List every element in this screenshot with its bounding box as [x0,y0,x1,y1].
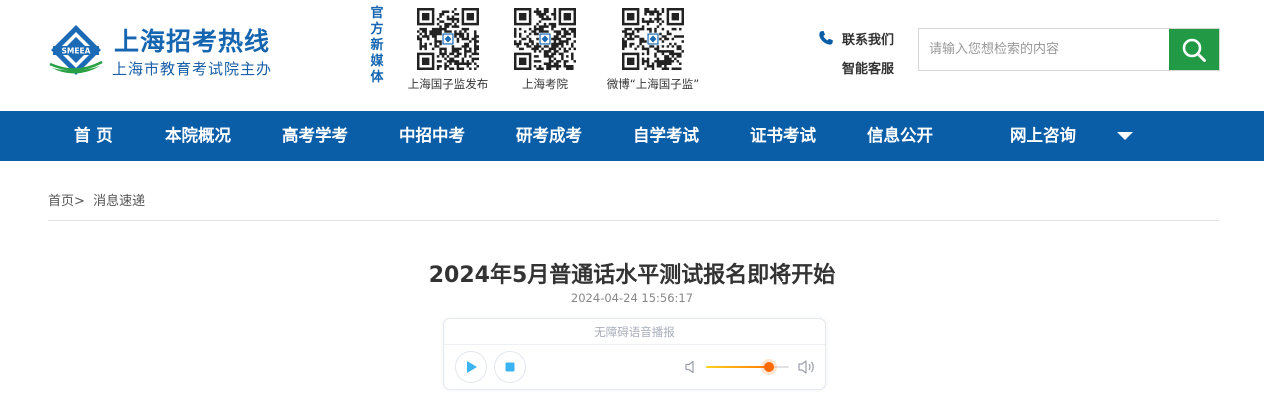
search-button[interactable] [1169,29,1219,70]
qr-code-icon [622,8,684,70]
player-label: 无障碍语音播报 [444,319,825,345]
stop-button[interactable] [494,351,526,383]
nav-item-gaokao[interactable]: 高考学考 [282,111,348,161]
play-icon [467,361,477,373]
qr-code-kaoyuan[interactable]: 上海考院 [502,8,588,92]
nav-item-yankao[interactable]: 研考成考 [516,111,582,161]
qr-code-icon [417,8,479,70]
play-button[interactable] [455,351,487,383]
volume-slider[interactable] [706,362,789,372]
logo-title: 上海招考热线 [114,27,271,56]
nav-item-certificate[interactable]: 证书考试 [750,111,816,161]
volume-fill [706,366,770,368]
volume-high-icon[interactable] [798,359,816,375]
nav-item-about[interactable]: 本院概况 [165,111,231,161]
site-logo[interactable]: SMEEA 上海招考热线 上海市教育考试院主办 [48,20,288,84]
breadcrumb: 首页> 消息速递 [48,190,145,209]
qr-code-weibo[interactable]: 微博“上海国子监” [598,8,708,92]
article-title: 2024年5月普通话水平测试报名即将开始 [428,263,836,288]
audio-player: 无障碍语音播报 [443,318,826,390]
logo-mark-text: SMEEA [62,47,91,56]
nav-item-zhongkao[interactable]: 中招中考 [399,111,465,161]
breadcrumb-separator: > [74,194,85,209]
breadcrumb-home[interactable]: 首页 [48,194,74,209]
contact-us-link[interactable]: 联系我们 [818,28,894,48]
volume-handle[interactable] [764,362,775,372]
smart-service-link[interactable]: 智能客服 [818,57,894,77]
article-date: 2024-04-24 15:56:17 [570,291,694,305]
chevron-down-icon[interactable] [1116,131,1134,141]
qr-code-guozijian[interactable]: 上海国子监发布 [404,8,492,92]
logo-emblem-icon: SMEEA [49,25,103,75]
stop-icon [505,362,515,372]
volume-low-icon[interactable] [685,360,697,374]
contact-block: 联系我们 智能客服 [818,28,894,77]
nav-item-disclosure[interactable]: 信息公开 [867,111,933,161]
qr-code-icon [514,8,576,70]
breadcrumb-current[interactable]: 消息速递 [93,194,145,209]
nav-item-consult[interactable]: 网上咨询 [1010,111,1076,161]
smart-service-label: 智能客服 [842,61,895,77]
qr-caption: 上海国子监发布 [407,77,489,91]
main-nav: 首 页 本院概况 高考学考 中招中考 研考成考 自学考试 证书考试 信息公开 网… [0,111,1264,161]
contact-us-label: 联系我们 [842,32,895,48]
nav-item-zixue[interactable]: 自学考试 [633,111,699,161]
official-media-label: 官方新媒体 [370,6,384,85]
site-header: SMEEA 上海招考热线 上海市教育考试院主办 官方新媒体 上海国子监发布 上海… [0,0,1264,111]
phone-icon [819,31,833,45]
qr-caption: 微博“上海国子监” [606,77,700,91]
logo-subtitle: 上海市教育考试院主办 [112,60,273,78]
search-box [918,28,1220,71]
breadcrumb-divider [48,220,1219,221]
nav-item-home[interactable]: 首 页 [74,111,113,161]
search-input[interactable] [919,29,1169,70]
search-icon [1182,38,1206,62]
qr-caption: 上海考院 [522,77,568,91]
